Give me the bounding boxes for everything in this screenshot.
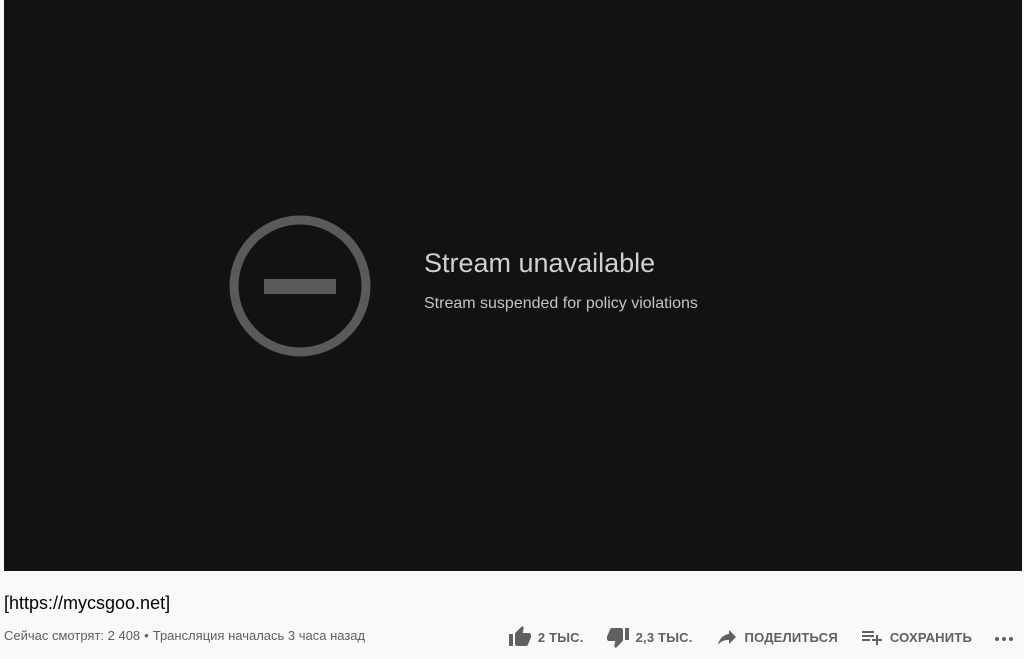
video-player[interactable]: Stream unavailable Stream suspended for … [4, 0, 1022, 571]
blocked-circle-icon [229, 215, 371, 357]
share-button[interactable]: ПОДЕЛИТЬСЯ [715, 625, 838, 649]
unavailable-title: Stream unavailable [424, 248, 656, 278]
save-label: СОХРАНИТЬ [889, 629, 972, 645]
more-horizontal-icon [995, 637, 1013, 641]
thumbs-up-icon [508, 625, 532, 649]
watch-page: Stream unavailable Stream suspended for … [0, 0, 1024, 659]
video-title: [https://mycsgoo.net] [4, 593, 171, 613]
dislike-button[interactable]: 2,3 ТЫС. [606, 625, 693, 649]
thumbs-down-icon [606, 625, 630, 649]
share-label: ПОДЕЛИТЬСЯ [744, 629, 838, 645]
video-info: [https://mycsgoo.net] Сейчас смотрят: 2 … [4, 571, 1022, 659]
save-button[interactable]: СОХРАНИТЬ [860, 625, 972, 649]
video-meta: Сейчас смотрят: 2 408 • Трансляция началас… [4, 628, 365, 643]
dislike-count: 2,3 ТЫС. [635, 629, 693, 645]
more-actions-button[interactable] [992, 625, 1016, 649]
like-count: 2 ТЫС. [537, 629, 584, 645]
viewer-count: Сейчас смотрят: 2 408 [4, 628, 141, 643]
video-actions: 2 ТЫС. 2,3 ТЫС. ПОДЕЛИТЬСЯ СОХРАНИТЬ [486, 623, 1016, 651]
playlist-add-icon [860, 625, 884, 649]
meta-separator: • [144, 628, 149, 643]
share-icon [715, 625, 739, 649]
unavailable-subtitle: Stream suspended for policy violations [424, 295, 698, 312]
stream-start-time: Трансляция началась 3 часа назад [152, 628, 366, 643]
like-button[interactable]: 2 ТЫС. [508, 625, 584, 649]
